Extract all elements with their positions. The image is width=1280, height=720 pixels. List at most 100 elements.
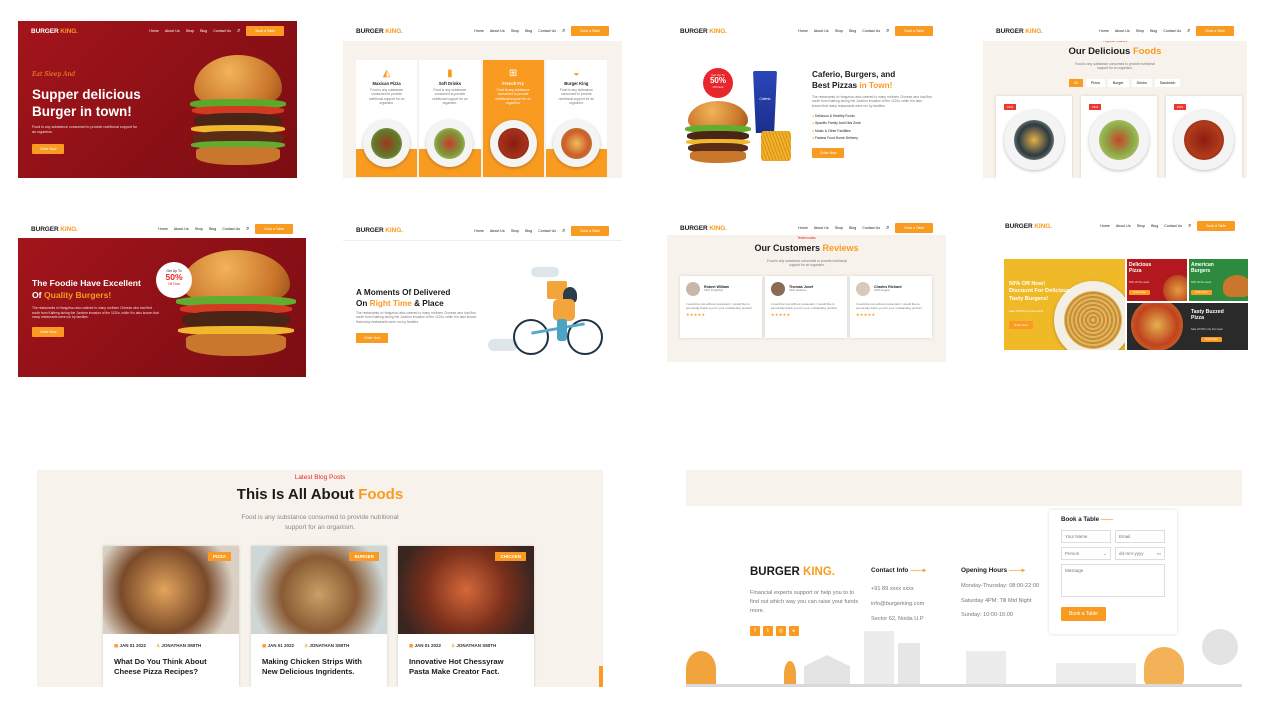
nav-home[interactable]: Home xyxy=(474,229,484,233)
nav-blog[interactable]: Blog xyxy=(525,229,532,233)
filter-all[interactable]: All xyxy=(1069,79,1083,87)
logo[interactable]: BURGER KING. xyxy=(680,225,727,232)
nav-shop[interactable]: Shop xyxy=(835,226,843,230)
nav-shop[interactable]: Shop xyxy=(835,29,843,33)
nav-contact[interactable]: Contact Us xyxy=(538,29,556,33)
nav-home[interactable]: Home xyxy=(1100,224,1110,228)
category-card-active[interactable]: ⊞ French Fry Food is any substance consu… xyxy=(482,60,544,177)
logo[interactable]: BURGER KING. xyxy=(31,226,78,233)
nav-shop[interactable]: Shop xyxy=(1137,224,1145,228)
nav-about[interactable]: About Us xyxy=(1116,224,1131,228)
nav-contact[interactable]: Contact Us xyxy=(222,227,240,231)
filter-burger[interactable]: Burger xyxy=(1107,79,1129,87)
book-table-button[interactable]: Book a Table xyxy=(571,26,609,36)
nav-shop[interactable]: Shop xyxy=(186,29,194,33)
nav-shop[interactable]: Shop xyxy=(511,229,519,233)
menu-card[interactable]: 15% xyxy=(1166,96,1242,178)
book-table-button[interactable]: Book a Table xyxy=(571,225,609,236)
nav-home[interactable]: Home xyxy=(798,226,808,230)
promo-pizza[interactable]: Delicious Pizza 50% off this week Order N… xyxy=(1127,259,1187,301)
nav-about[interactable]: About Us xyxy=(174,227,189,231)
category-card[interactable]: ◒ Burger King Food is any substance cons… xyxy=(545,60,607,177)
category-card[interactable]: ◭ Maxican Pizza Food is any substance co… xyxy=(356,60,418,177)
blog-card[interactable]: BURGER ▣ JAN 01 2022 ♙ JONATHAN SMITH Ma… xyxy=(251,546,387,687)
name-field[interactable] xyxy=(1061,530,1111,543)
footer-logo[interactable]: BURGER KING. xyxy=(750,566,835,578)
logo[interactable]: BURGER KING. xyxy=(680,28,727,35)
nav-about[interactable]: About Us xyxy=(814,226,829,230)
hero-tile-1: BURGER KING. Home About Us Shop Blog Con… xyxy=(18,21,297,178)
search-icon[interactable]: ⌕ xyxy=(1188,223,1191,229)
search-icon[interactable]: ⌕ xyxy=(562,228,565,234)
date-field[interactable]: dd-mm-yyyy ▭ xyxy=(1115,547,1165,560)
blog-card[interactable]: CHICKEN ▣ JAN 01 2022 ♙ JONATHAN SMITH I… xyxy=(398,546,534,687)
nav-blog[interactable]: Blog xyxy=(209,227,216,231)
nav-blog[interactable]: Blog xyxy=(1151,224,1158,228)
promo-big[interactable]: 50% Off Now! Discount For Delicious Tasty … xyxy=(1004,259,1125,350)
search-icon[interactable]: ⌕ xyxy=(237,28,240,34)
menu-card[interactable]: 15% xyxy=(1081,96,1157,178)
order-now-button[interactable]: Order Now xyxy=(356,333,389,343)
logo[interactable]: BURGER KING. xyxy=(356,227,403,234)
search-icon[interactable]: ⌕ xyxy=(886,28,889,34)
logo[interactable]: BURGER KING. xyxy=(31,28,78,35)
order-now-button[interactable]: Order Now xyxy=(32,144,65,154)
blog-post-title[interactable]: Making Chicken Strips With New Delicious … xyxy=(262,657,376,678)
order-now-button[interactable]: Order Now xyxy=(1009,321,1033,329)
nav-blog[interactable]: Blog xyxy=(1150,29,1157,33)
promo-burgers[interactable]: American Burgers 50% off this week Order … xyxy=(1189,259,1248,301)
nav-contact[interactable]: Contact Us xyxy=(862,29,880,33)
blog-card[interactable]: PIZZA ▣ JAN 01 2022 ♙ JONATHAN SMITH Wha… xyxy=(103,546,239,687)
book-table-button[interactable]: Book a Table xyxy=(255,224,293,234)
nav-contact[interactable]: Contact Us xyxy=(538,229,556,233)
nav-about[interactable]: About Us xyxy=(490,229,505,233)
filter-pizza[interactable]: Pizza xyxy=(1086,79,1105,87)
book-table-button[interactable]: Book a Table xyxy=(246,26,284,36)
book-table-button[interactable]: Book a Table xyxy=(1196,26,1234,36)
nav-shop[interactable]: Shop xyxy=(195,227,203,231)
menu-card[interactable]: 15% xyxy=(996,96,1072,178)
order-now-button[interactable]: Order Now xyxy=(32,327,65,337)
nav-blog[interactable]: Blog xyxy=(525,29,532,33)
message-field[interactable] xyxy=(1061,564,1165,597)
order-now-button[interactable]: Order Now xyxy=(812,148,845,158)
nav-contact[interactable]: Contact Us xyxy=(862,226,880,230)
nav-blog[interactable]: Blog xyxy=(849,29,856,33)
nav-about[interactable]: About Us xyxy=(814,29,829,33)
nav-home[interactable]: Home xyxy=(798,29,808,33)
nav-shop[interactable]: Shop xyxy=(1136,29,1144,33)
search-icon[interactable]: ⌕ xyxy=(246,226,249,232)
book-table-button[interactable]: Book a Table xyxy=(895,223,933,233)
book-table-button[interactable]: Book a Table xyxy=(1197,221,1235,231)
nav-blog[interactable]: Blog xyxy=(849,226,856,230)
search-icon[interactable]: ⌕ xyxy=(1187,28,1190,34)
nav-home[interactable]: Home xyxy=(1099,29,1109,33)
nav-about[interactable]: About Us xyxy=(165,29,180,33)
book-table-submit[interactable]: Book a Table xyxy=(1061,607,1106,621)
book-table-button[interactable]: Book a Table xyxy=(895,26,933,36)
nav-about[interactable]: About Us xyxy=(490,29,505,33)
promo-tasty-pizza[interactable]: Tasty Buzzed Pizza Sale off 50% only this… xyxy=(1127,303,1248,350)
nav-home[interactable]: Home xyxy=(158,227,168,231)
logo[interactable]: BURGER KING. xyxy=(1005,223,1052,230)
nav-contact[interactable]: Contact Us xyxy=(1164,224,1182,228)
logo[interactable]: BURGER KING. xyxy=(356,28,403,35)
nav-home[interactable]: Home xyxy=(149,29,159,33)
scroll-indicator[interactable] xyxy=(599,666,603,687)
search-icon[interactable]: ⌕ xyxy=(562,28,565,34)
nav-contact[interactable]: Contact Us xyxy=(213,29,231,33)
nav-about[interactable]: About Us xyxy=(1115,29,1130,33)
filter-drinks[interactable]: Drinks xyxy=(1131,79,1152,87)
nav-blog[interactable]: Blog xyxy=(200,29,207,33)
person-select[interactable]: Person ⌄ xyxy=(1061,547,1111,560)
nav-shop[interactable]: Shop xyxy=(511,29,519,33)
category-card[interactable]: ▮ Soft Drinks Food is any substance cons… xyxy=(419,60,481,177)
search-icon[interactable]: ⌕ xyxy=(886,225,889,231)
logo[interactable]: BURGER KING. xyxy=(996,28,1043,35)
email-field[interactable] xyxy=(1115,530,1165,543)
blog-post-title[interactable]: What Do You Think About Cheese Pizza Reci… xyxy=(114,657,228,678)
nav-contact[interactable]: Contact Us xyxy=(1163,29,1181,33)
blog-post-title[interactable]: Innovative Hot Chessyraw Pasta Make Creat… xyxy=(409,657,523,678)
nav-home[interactable]: Home xyxy=(474,29,484,33)
filter-sandwich[interactable]: Sandwich xyxy=(1154,79,1181,87)
